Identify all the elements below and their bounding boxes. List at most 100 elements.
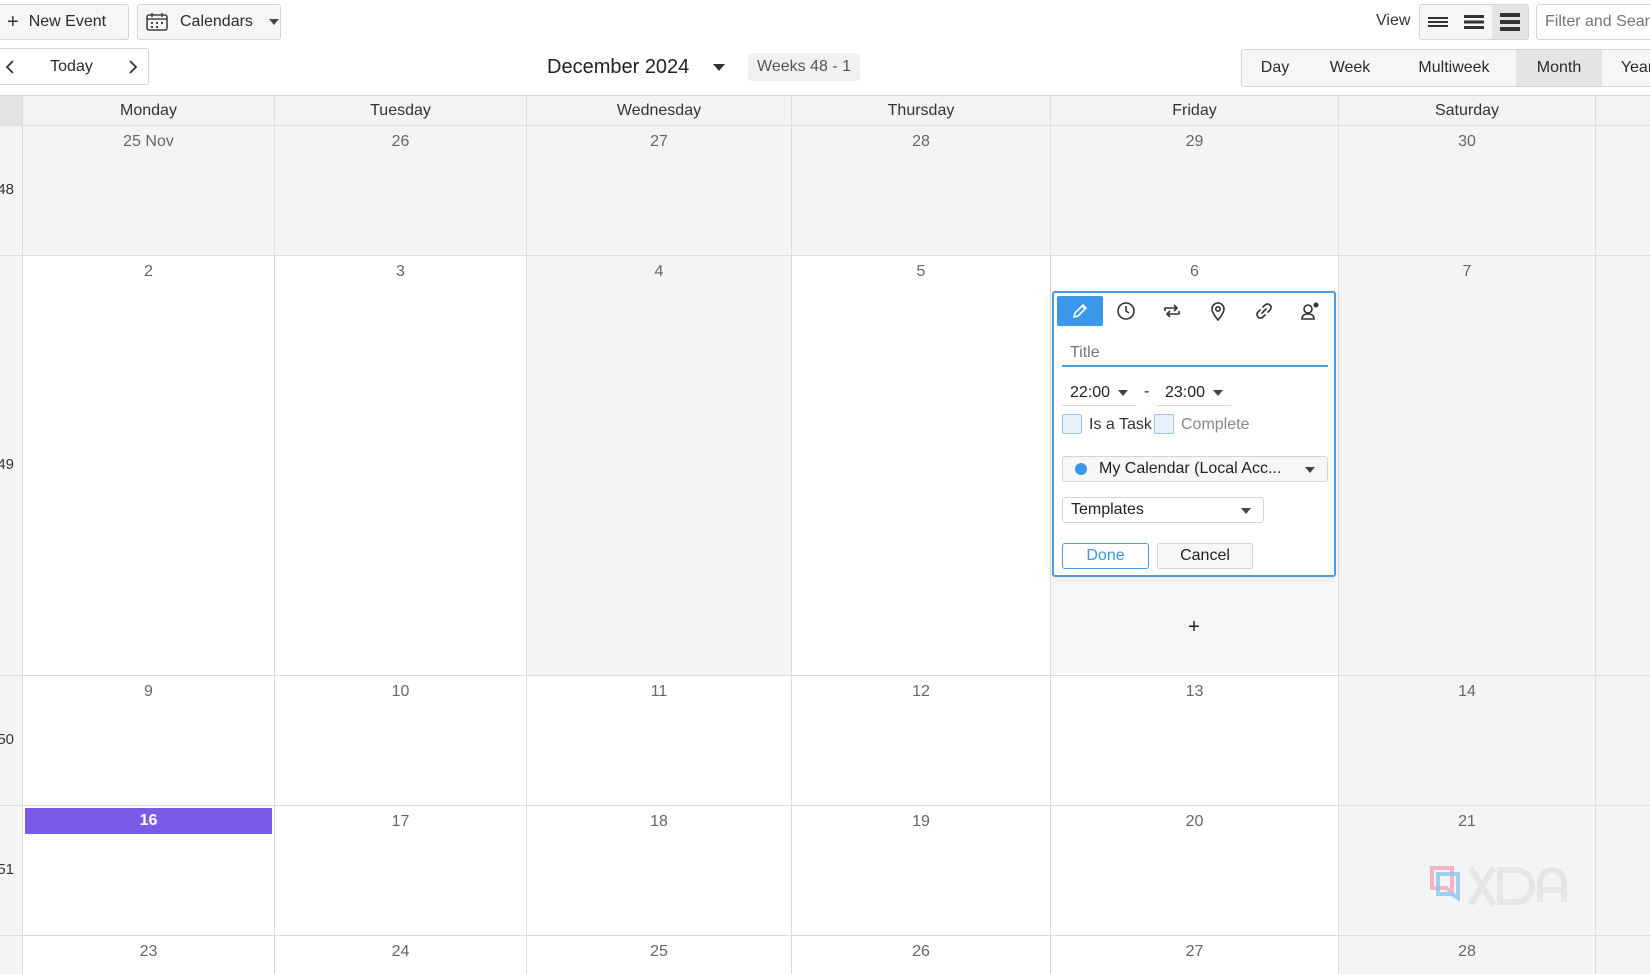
calendars-button[interactable]: Calendars bbox=[137, 4, 281, 40]
pencil-icon bbox=[1073, 304, 1087, 318]
day-number: 29 bbox=[1185, 133, 1204, 150]
next-button[interactable] bbox=[118, 49, 148, 84]
day-cell[interactable]: 11 bbox=[526, 676, 791, 805]
tab-multiweek[interactable]: Multiweek bbox=[1392, 50, 1516, 86]
day-cell[interactable]: 27 bbox=[1050, 936, 1338, 974]
day-number: 4 bbox=[654, 263, 664, 280]
tab-repeat[interactable] bbox=[1149, 296, 1195, 326]
chevron-down-icon bbox=[1213, 389, 1224, 396]
templates-select[interactable]: Templates bbox=[1062, 497, 1264, 523]
day-cell[interactable]: 7 bbox=[1338, 256, 1595, 675]
compact-lines-icon bbox=[1428, 17, 1448, 27]
day-cell[interactable]: 20 bbox=[1050, 806, 1338, 935]
is-task-checkbox[interactable] bbox=[1062, 414, 1082, 434]
end-time-select[interactable]: 23:00 bbox=[1157, 380, 1232, 406]
tab-attendees[interactable] bbox=[1287, 296, 1333, 326]
day-cell[interactable]: 28 bbox=[1338, 936, 1595, 974]
tab-location[interactable] bbox=[1195, 296, 1241, 326]
day-cell-today[interactable]: 16 bbox=[22, 806, 274, 935]
day-cell[interactable]: 3 bbox=[274, 256, 526, 675]
day-cell[interactable]: 19 bbox=[791, 806, 1050, 935]
cancel-button[interactable]: Cancel bbox=[1157, 543, 1253, 569]
day-cell[interactable]: 30 bbox=[1338, 126, 1595, 255]
day-cell[interactable]: 26 bbox=[274, 126, 526, 255]
week-number: 50 bbox=[0, 731, 14, 748]
day-cell[interactable]: 4 bbox=[526, 256, 791, 675]
day-cell[interactable]: 23 bbox=[22, 936, 274, 974]
event-title-input[interactable] bbox=[1062, 341, 1328, 367]
day-cell[interactable]: 17 bbox=[274, 806, 526, 935]
view-label: View bbox=[1376, 12, 1411, 29]
link-icon bbox=[1256, 303, 1272, 319]
date-navigation: Today bbox=[0, 48, 149, 85]
day-number: 26 bbox=[391, 133, 410, 150]
tab-day[interactable]: Day bbox=[1242, 50, 1308, 86]
calendar-icon bbox=[146, 13, 168, 31]
week-number-cell: 49 bbox=[0, 256, 22, 675]
chevron-down-icon bbox=[268, 19, 279, 25]
day-cell[interactable]: 12 bbox=[791, 676, 1050, 805]
large-density-button[interactable] bbox=[1492, 5, 1528, 39]
is-task-label: Is a Task bbox=[1089, 416, 1152, 433]
compact-density-button[interactable] bbox=[1420, 5, 1456, 39]
chevron-right-icon bbox=[129, 59, 138, 74]
complete-checkbox[interactable] bbox=[1154, 414, 1174, 434]
month-title[interactable]: December 2024 bbox=[547, 56, 689, 79]
tab-month[interactable]: Month bbox=[1516, 50, 1602, 86]
day-cell[interactable]: 10 bbox=[274, 676, 526, 805]
start-time-select[interactable]: 22:00 bbox=[1062, 380, 1137, 406]
day-cell[interactable]: 26 bbox=[791, 936, 1050, 974]
day-number: 14 bbox=[1458, 683, 1476, 700]
chevron-left-icon bbox=[5, 59, 14, 74]
end-time-value: 23:00 bbox=[1165, 383, 1206, 401]
day-cell[interactable]: 13 bbox=[1050, 676, 1338, 805]
day-cell[interactable] bbox=[1595, 126, 1650, 255]
previous-button[interactable] bbox=[0, 49, 25, 84]
day-number: 30 bbox=[1458, 133, 1476, 150]
day-cell[interactable] bbox=[1595, 256, 1650, 675]
month-dropdown-icon[interactable] bbox=[713, 64, 725, 71]
tab-edit[interactable] bbox=[1057, 296, 1103, 326]
day-number: 20 bbox=[1185, 813, 1204, 830]
day-cell[interactable]: 24 bbox=[274, 936, 526, 974]
weekday-thursday: Thursday bbox=[791, 96, 1050, 125]
today-button[interactable]: Today bbox=[25, 58, 118, 76]
day-cell[interactable]: 25 bbox=[526, 936, 791, 974]
day-cell[interactable]: 27 bbox=[526, 126, 791, 255]
day-cell[interactable] bbox=[1595, 676, 1650, 805]
done-button[interactable]: Done bbox=[1062, 543, 1149, 569]
weekday-tuesday: Tuesday bbox=[274, 96, 526, 125]
add-event-button[interactable]: + bbox=[1051, 580, 1337, 674]
day-cell[interactable] bbox=[1595, 936, 1650, 974]
tab-time[interactable] bbox=[1103, 296, 1149, 326]
day-cell[interactable]: 5 bbox=[791, 256, 1050, 675]
large-lines-icon bbox=[1500, 13, 1520, 31]
day-cell[interactable]: 14 bbox=[1338, 676, 1595, 805]
day-cell[interactable] bbox=[1595, 806, 1650, 935]
new-event-button[interactable]: + New Event bbox=[0, 4, 129, 40]
day-cell[interactable]: 28 bbox=[791, 126, 1050, 255]
calendar-select[interactable]: My Calendar (Local Acc... bbox=[1062, 456, 1328, 482]
day-number: 25 bbox=[650, 943, 668, 960]
week-number-cell: 48 bbox=[0, 126, 22, 255]
day-cell[interactable]: 9 bbox=[22, 676, 274, 805]
day-number: 18 bbox=[650, 813, 668, 830]
day-number: 28 bbox=[912, 133, 930, 150]
tab-link[interactable] bbox=[1241, 296, 1287, 326]
new-event-label: New Event bbox=[28, 13, 107, 30]
week-number-cell bbox=[0, 936, 22, 974]
normal-density-button[interactable] bbox=[1456, 5, 1492, 39]
day-cell[interactable]: 18 bbox=[526, 806, 791, 935]
day-number: 24 bbox=[391, 943, 410, 960]
search-input[interactable] bbox=[1536, 4, 1650, 40]
weekday-friday: Friday bbox=[1050, 96, 1338, 125]
day-cell[interactable]: 25 Nov bbox=[22, 126, 274, 255]
location-pin-icon bbox=[1211, 302, 1225, 321]
tab-year[interactable]: Year bbox=[1602, 50, 1650, 86]
templates-select-value: Templates bbox=[1071, 501, 1144, 518]
repeat-icon bbox=[1164, 304, 1180, 318]
tab-week[interactable]: Week bbox=[1308, 50, 1392, 86]
day-cell[interactable]: 2 bbox=[22, 256, 274, 675]
plus-icon: + bbox=[7, 11, 19, 33]
day-cell[interactable]: 29 bbox=[1050, 126, 1338, 255]
